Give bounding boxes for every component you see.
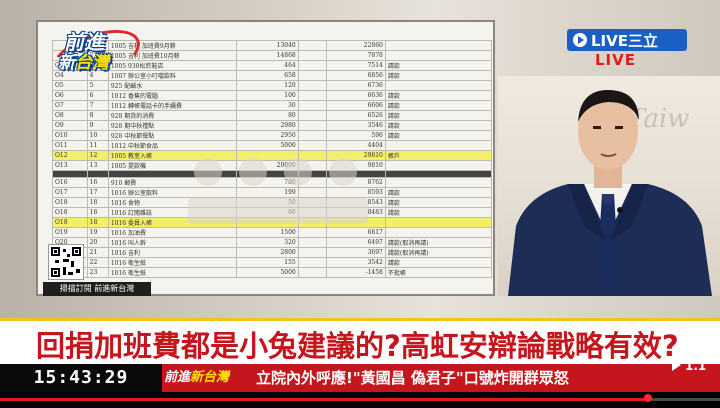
ticker-text: 立院內外呼應!"黃國昌 偽君子"口號炸開群眾怒 [256, 369, 569, 387]
play-icon [573, 33, 587, 47]
logo-line2a: 新 [58, 53, 75, 73]
live-indicator: LIVE [595, 51, 636, 69]
ticker-logo-a: 前進 [164, 370, 191, 385]
qr-code-icon [48, 244, 84, 280]
headline-text: 回捐加班費都是小兔建議的?高虹安辯論戰略有效? [36, 329, 679, 363]
live-badge-label: LIVE三立 [591, 32, 658, 50]
scrubber-handle[interactable] [644, 394, 652, 402]
video-progress-fill [0, 398, 648, 401]
ticker-logo: 前進新台灣 [164, 366, 252, 390]
ticker-logo-b: 新台灣 [190, 370, 230, 385]
program-logo: 前進 新台灣 [45, 19, 147, 93]
video-progress-bar[interactable] [0, 398, 720, 401]
video-frame: 1 1005 吉利 加班費9月薪 13040 22860 2 1005 吉利 加班費10月… [0, 0, 720, 408]
channel-live-badge: LIVE三立 [567, 29, 687, 51]
qr-caption: 掃描訂閱 前進新台灣 [43, 282, 151, 296]
guest-camera-panel: Taiw [498, 76, 720, 296]
logo-line2: 新台灣 [58, 48, 109, 73]
playback-speed-label: 1.1 [685, 359, 707, 373]
play-speed-icon [672, 359, 681, 371]
playback-speed-button[interactable]: 1.1 [672, 356, 720, 376]
clock: 15:43:29 [0, 364, 162, 392]
headline-bar: 回捐加班費都是小兔建議的?高虹安辯論戰略有效? [0, 318, 720, 367]
logo-line2b: 台灣 [75, 53, 109, 73]
guest-person [508, 90, 712, 296]
